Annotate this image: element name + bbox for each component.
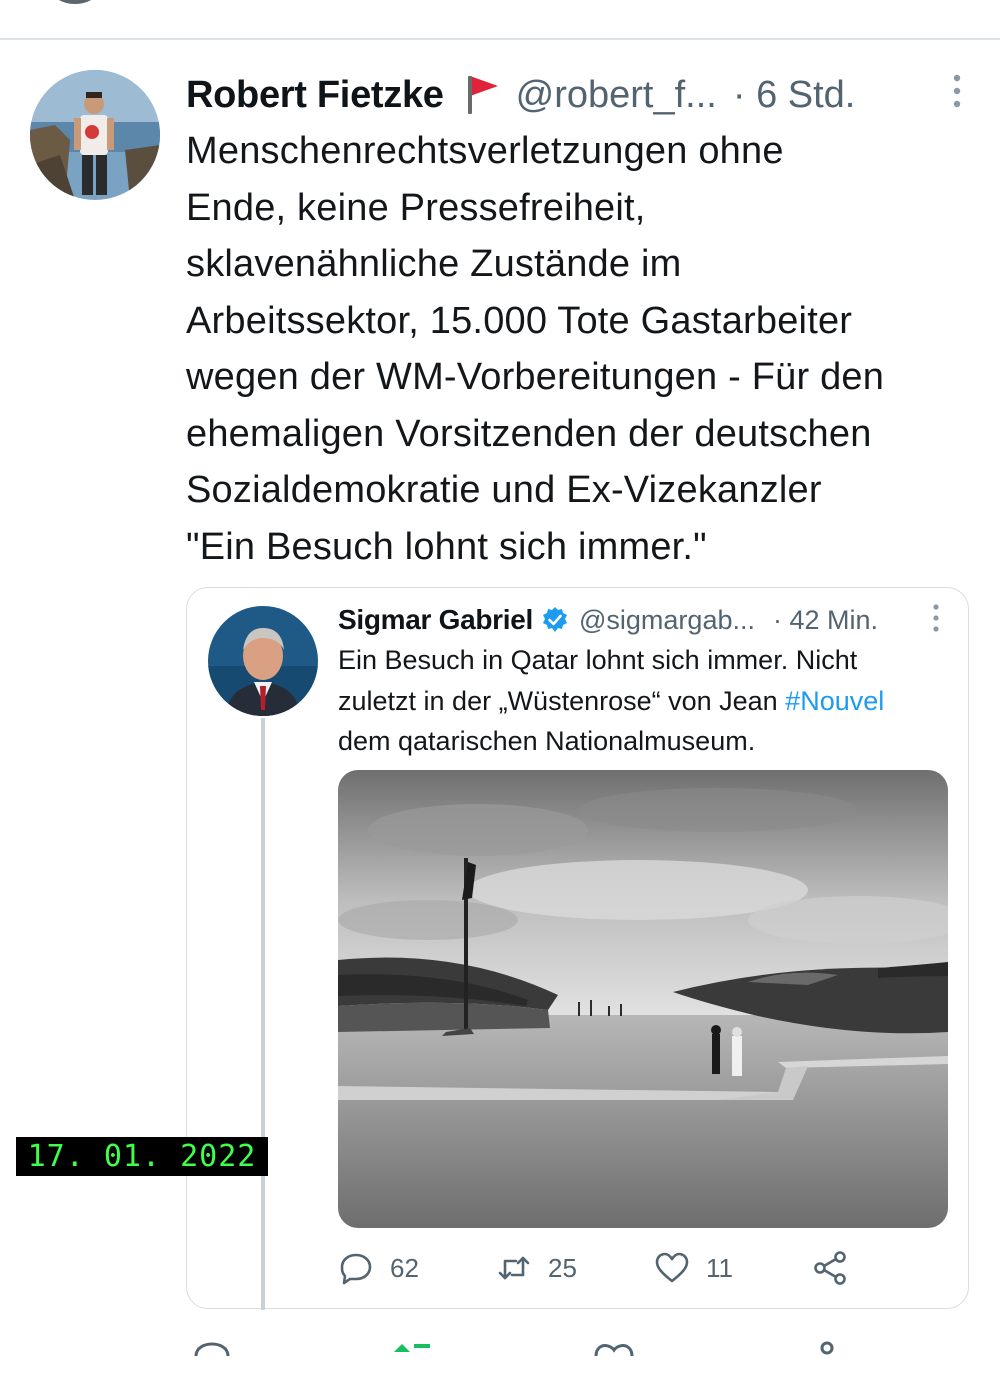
retweet-count: 25	[548, 1252, 577, 1283]
reply-icon[interactable]	[192, 1338, 232, 1375]
like-button[interactable]: 11	[654, 1244, 733, 1292]
quoted-tweet-header: Sigmar Gabriel @sigmargab... · 42 Min.	[338, 600, 950, 640]
share-icon[interactable]	[812, 1338, 842, 1375]
reply-button[interactable]: 62	[338, 1244, 419, 1292]
quoted-text-line: Ein Besuch in Qatar lohnt sich immer. Ni…	[338, 645, 858, 675]
quoted-text-line: zuletzt in der „Wüstenrose“ von Jean #No…	[338, 681, 958, 722]
like-count: 11	[706, 1252, 733, 1283]
previous-tweet-avatar[interactable]	[50, 0, 100, 4]
flag-icon	[467, 76, 498, 114]
more-icon[interactable]	[952, 74, 962, 108]
avatar-photo	[30, 70, 160, 200]
like-icon	[655, 1252, 689, 1283]
quoted-author-handle[interactable]: @sigmargab...	[579, 605, 755, 636]
share-icon	[814, 1251, 846, 1285]
tweet-actions-cutoff	[186, 1338, 886, 1368]
tweet-header: Robert Fietzke @robert_f... · 6 Std.	[186, 70, 976, 120]
date-stamp: 17. 01. 2022	[16, 1137, 268, 1176]
retweet-icon[interactable]	[390, 1338, 434, 1375]
museum-photo	[338, 770, 948, 1228]
like-icon[interactable]	[592, 1338, 636, 1375]
quoted-timestamp[interactable]: · 42 Min.	[773, 605, 878, 636]
quoted-avatar-photo	[208, 606, 318, 716]
thread-line	[261, 718, 265, 1310]
quoted-tweet-text: Ein Besuch in Qatar lohnt sich immer. Ni…	[338, 640, 958, 762]
retweet-button[interactable]: 25	[496, 1244, 577, 1292]
quoted-avatar[interactable]	[208, 606, 318, 716]
avatar[interactable]	[30, 70, 160, 200]
tweet-timestamp[interactable]: · 6 Std.	[733, 74, 856, 117]
share-button[interactable]	[812, 1244, 864, 1292]
quoted-text-line: dem qatarischen Nationalmuseum.	[338, 726, 756, 756]
reply-icon	[340, 1253, 372, 1285]
quoted-tweet-actions: 62 25 11	[338, 1244, 898, 1292]
divider	[0, 38, 1000, 40]
author-handle[interactable]: @robert_f...	[516, 74, 717, 117]
hashtag-link[interactable]: #Nouvel	[785, 686, 884, 716]
retweet-icon	[498, 1256, 530, 1280]
tweet-photo[interactable]	[338, 770, 948, 1228]
verified-icon	[543, 607, 567, 632]
quoted-text-fragment: zuletzt in der „Wüstenrose“ von Jean	[338, 685, 786, 716]
more-icon[interactable]	[932, 604, 940, 632]
author-name[interactable]: Robert Fietzke	[186, 74, 444, 117]
quoted-author-name[interactable]: Sigmar Gabriel	[338, 604, 533, 636]
reply-count: 62	[390, 1252, 419, 1283]
tweet-text: Menschenrechtsverletzungen ohne Ende, ke…	[186, 130, 885, 568]
